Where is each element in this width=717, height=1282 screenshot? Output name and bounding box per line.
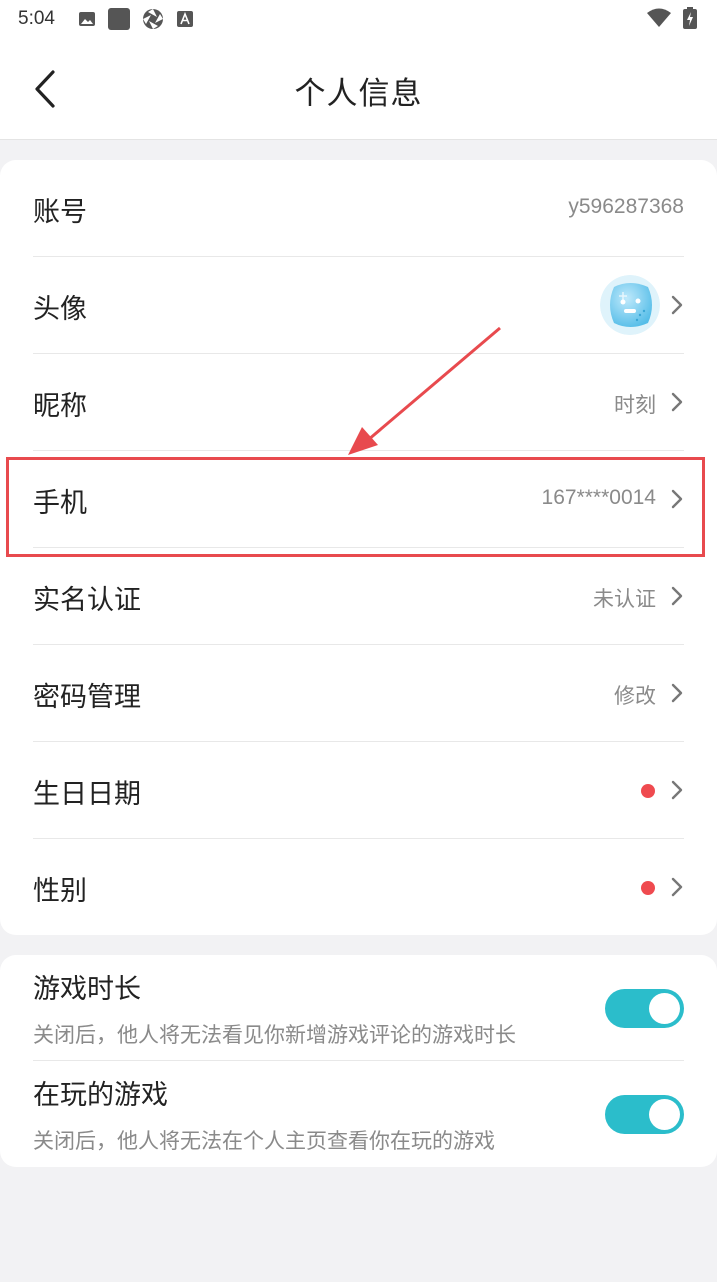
- password-value: 修改: [614, 685, 656, 708]
- battery-icon: [683, 7, 697, 29]
- chevron-right-icon: [671, 489, 683, 509]
- playing-games-title: 在玩的游戏: [33, 1080, 168, 1111]
- header: 个人信息: [0, 38, 717, 140]
- privacy-toggle-card: 游戏时长 关闭后，他人将无法看见你新增游戏评论的游戏时长 在玩的游戏 关闭后，他…: [0, 955, 717, 1167]
- game-duration-row: 游戏时长 关闭后，他人将无法看见你新增游戏评论的游戏时长: [33, 955, 684, 1061]
- chevron-right-icon: [671, 683, 683, 703]
- gender-label: 性别: [33, 876, 87, 907]
- phone-value: 167****0014: [541, 486, 656, 509]
- chevron-right-icon: [671, 392, 683, 412]
- square-icon: [108, 8, 130, 30]
- chevron-right-icon: [671, 295, 683, 315]
- nickname-row[interactable]: 昵称 时刻: [33, 354, 684, 451]
- status-left-icons: [78, 8, 194, 30]
- gender-row[interactable]: 性别: [33, 839, 684, 936]
- password-management-row[interactable]: 密码管理 修改: [33, 645, 684, 742]
- phone-row[interactable]: 手机 167****0014: [33, 451, 684, 548]
- avatar[interactable]: [600, 275, 660, 335]
- game-duration-desc: 关闭后，他人将无法看见你新增游戏评论的游戏时长: [33, 1023, 516, 1047]
- real-name-value: 未认证: [593, 588, 656, 611]
- account-value: y596287368: [568, 195, 684, 218]
- avatar-label: 头像: [33, 294, 87, 325]
- status-bar: 5:04: [0, 0, 717, 38]
- game-duration-title: 游戏时长: [33, 974, 141, 1005]
- birthday-row[interactable]: 生日日期: [33, 742, 684, 839]
- real-name-label: 实名认证: [33, 585, 141, 616]
- wifi-icon: [647, 8, 671, 27]
- real-name-verification-row[interactable]: 实名认证 未认证: [33, 548, 684, 645]
- aperture-icon: [143, 9, 163, 29]
- status-right-icons: [647, 7, 697, 29]
- toggle-knob: [649, 1099, 680, 1130]
- account-row: 账号 y596287368: [33, 160, 684, 257]
- playing-games-row: 在玩的游戏 关闭后，他人将无法在个人主页查看你在玩的游戏: [33, 1061, 684, 1167]
- game-duration-toggle[interactable]: [605, 989, 684, 1028]
- playing-games-desc: 关闭后，他人将无法在个人主页查看你在玩的游戏: [33, 1129, 495, 1153]
- nickname-value: 时刻: [614, 394, 656, 417]
- phone-label: 手机: [33, 488, 87, 519]
- avatar-row[interactable]: 头像: [33, 257, 684, 354]
- image-icon: [79, 12, 95, 26]
- unread-dot: [641, 784, 655, 798]
- birthday-label: 生日日期: [33, 779, 141, 810]
- font-a-icon: [177, 11, 193, 27]
- status-time: 5:04: [18, 8, 55, 29]
- chevron-right-icon: [671, 877, 683, 897]
- toggle-knob: [649, 993, 680, 1024]
- page-title: 个人信息: [294, 76, 423, 112]
- account-label: 账号: [33, 197, 87, 228]
- password-label: 密码管理: [33, 682, 141, 713]
- nickname-label: 昵称: [33, 391, 87, 422]
- chevron-right-icon: [671, 780, 683, 800]
- profile-info-card: 账号 y596287368 头像 昵称 时刻 手机 167****0014 实名…: [0, 160, 717, 935]
- unread-dot: [641, 881, 655, 895]
- playing-games-toggle[interactable]: [605, 1095, 684, 1134]
- chevron-right-icon: [671, 586, 683, 606]
